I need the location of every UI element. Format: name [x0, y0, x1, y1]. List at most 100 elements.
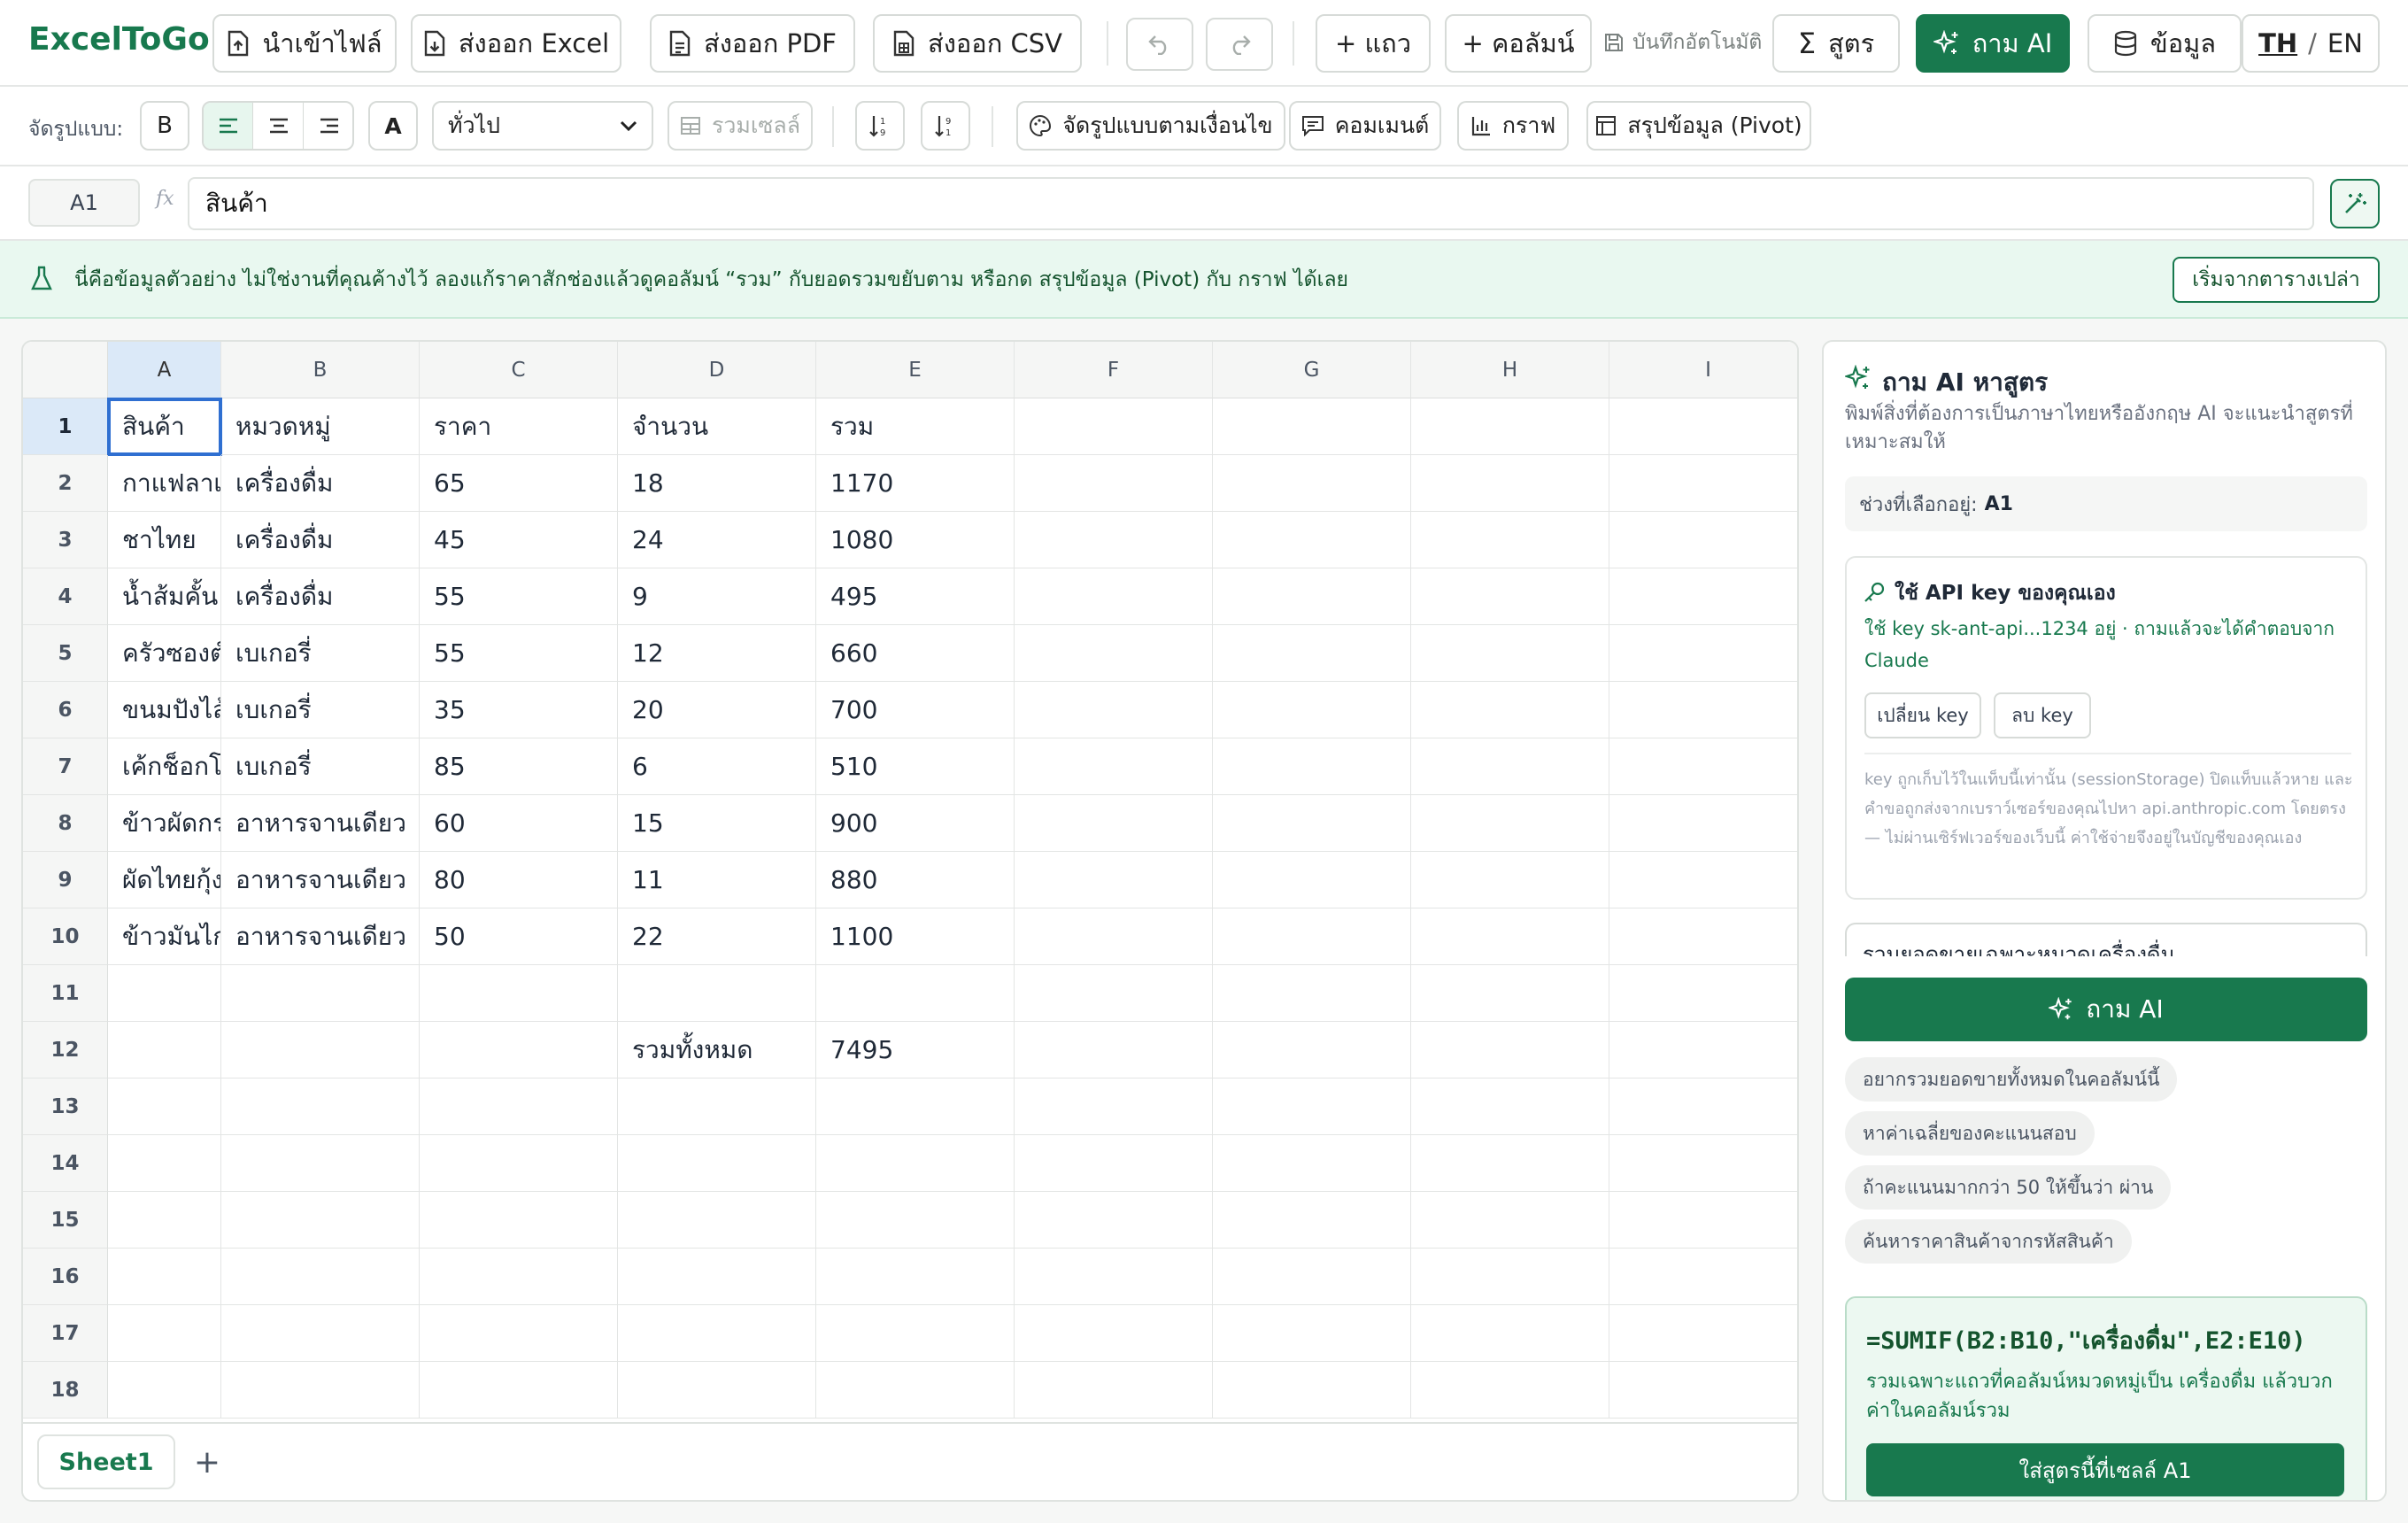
cell-d18[interactable] [618, 1362, 816, 1419]
cell-c11[interactable] [420, 965, 618, 1022]
cell-f8[interactable] [1015, 795, 1213, 852]
pivot-button[interactable]: สรุปข้อมูล (Pivot) [1586, 101, 1811, 151]
cell-e8[interactable]: 900 [816, 795, 1015, 852]
cell-e11[interactable] [816, 965, 1015, 1022]
cell-a4[interactable]: น้ำส้มคั้น [108, 568, 221, 625]
cell-d8[interactable]: 15 [618, 795, 816, 852]
cell-a5[interactable]: ครัวซองต์ [108, 625, 221, 682]
cell-g14[interactable] [1213, 1135, 1411, 1192]
cell-d2[interactable]: 18 [618, 455, 816, 512]
cell-f5[interactable] [1015, 625, 1213, 682]
cell-a12[interactable] [108, 1022, 221, 1078]
delete-key-button[interactable]: ลบ key [1994, 692, 2091, 738]
undo-button[interactable] [1126, 18, 1193, 71]
cell-g4[interactable] [1213, 568, 1411, 625]
cell-e13[interactable] [816, 1078, 1015, 1135]
cell-c1[interactable]: ราคา [420, 398, 618, 455]
row-header[interactable]: 7 [23, 738, 108, 795]
cell-f4[interactable] [1015, 568, 1213, 625]
cell-b12[interactable] [221, 1022, 420, 1078]
cell-c7[interactable]: 85 [420, 738, 618, 795]
lang-th-option[interactable]: TH [2258, 28, 2297, 58]
start-blank-button[interactable]: เริ่มจากตารางเปล่า [2173, 257, 2380, 303]
cell-h17[interactable] [1411, 1305, 1609, 1362]
cell-h6[interactable] [1411, 682, 1609, 738]
ai-prompt-input[interactable]: รวมยอดขายเฉพาะหมวดเครื่องดื่ม [1845, 923, 2367, 956]
cell-f17[interactable] [1015, 1305, 1213, 1362]
suggestion-chip[interactable]: หาค่าเฉลี่ยของคะแนนสอบ [1845, 1111, 2095, 1156]
cell-c3[interactable]: 45 [420, 512, 618, 568]
data-button[interactable]: ข้อมูล [2088, 14, 2242, 73]
lang-en-option[interactable]: EN [2327, 28, 2363, 58]
cell-a2[interactable]: กาแฟลาเต้ [108, 455, 221, 512]
cell-h8[interactable] [1411, 795, 1609, 852]
cell-a16[interactable] [108, 1249, 221, 1305]
cell-i16[interactable] [1609, 1249, 1797, 1305]
cell-e18[interactable] [816, 1362, 1015, 1419]
change-key-button[interactable]: เปลี่ยน key [1864, 692, 1981, 738]
font-color-button[interactable]: A [368, 101, 418, 151]
cell-d6[interactable]: 20 [618, 682, 816, 738]
cell-h3[interactable] [1411, 512, 1609, 568]
cell-b16[interactable] [221, 1249, 420, 1305]
ask-ai-submit-button[interactable]: ถาม AI [1845, 978, 2367, 1041]
cell-h13[interactable] [1411, 1078, 1609, 1135]
cell-h11[interactable] [1411, 965, 1609, 1022]
cell-b5[interactable]: เบเกอรี่ [221, 625, 420, 682]
export-pdf-button[interactable]: ส่งออก PDF [650, 14, 855, 73]
cell-b3[interactable]: เครื่องดื่ม [221, 512, 420, 568]
export-excel-button[interactable]: ส่งออก Excel [411, 14, 621, 73]
cell-g1[interactable] [1213, 398, 1411, 455]
cell-c13[interactable] [420, 1078, 618, 1135]
column-header-i[interactable]: I [1609, 342, 1797, 398]
cell-i7[interactable] [1609, 738, 1797, 795]
cell-e15[interactable] [816, 1192, 1015, 1249]
cell-c18[interactable] [420, 1362, 618, 1419]
comment-button[interactable]: คอมเมนต์ [1289, 101, 1441, 151]
cell-f11[interactable] [1015, 965, 1213, 1022]
row-header[interactable]: 5 [23, 625, 108, 682]
cell-d4[interactable]: 9 [618, 568, 816, 625]
cell-h10[interactable] [1411, 908, 1609, 965]
cell-a11[interactable] [108, 965, 221, 1022]
cell-h16[interactable] [1411, 1249, 1609, 1305]
ask-ai-button[interactable]: ถาม AI [1916, 14, 2070, 73]
cell-b7[interactable]: เบเกอรี่ [221, 738, 420, 795]
cell-b14[interactable] [221, 1135, 420, 1192]
cell-a17[interactable] [108, 1305, 221, 1362]
cell-a14[interactable] [108, 1135, 221, 1192]
cell-h7[interactable] [1411, 738, 1609, 795]
cell-f2[interactable] [1015, 455, 1213, 512]
cell-e3[interactable]: 1080 [816, 512, 1015, 568]
cell-h4[interactable] [1411, 568, 1609, 625]
cell-b11[interactable] [221, 965, 420, 1022]
row-header[interactable]: 10 [23, 908, 108, 965]
cell-g9[interactable] [1213, 852, 1411, 908]
cell-c8[interactable]: 60 [420, 795, 618, 852]
cell-f14[interactable] [1015, 1135, 1213, 1192]
row-header[interactable]: 3 [23, 512, 108, 568]
cell-g7[interactable] [1213, 738, 1411, 795]
cell-d15[interactable] [618, 1192, 816, 1249]
cell-h12[interactable] [1411, 1022, 1609, 1078]
cell-b1[interactable]: หมวดหมู่ [221, 398, 420, 455]
redo-button[interactable] [1206, 18, 1273, 71]
cell-b15[interactable] [221, 1192, 420, 1249]
cell-g10[interactable] [1213, 908, 1411, 965]
cell-g18[interactable] [1213, 1362, 1411, 1419]
column-header-h[interactable]: H [1411, 342, 1609, 398]
cell-f16[interactable] [1015, 1249, 1213, 1305]
cell-e6[interactable]: 700 [816, 682, 1015, 738]
row-header[interactable]: 11 [23, 965, 108, 1022]
cell-g12[interactable] [1213, 1022, 1411, 1078]
cell-i1[interactable] [1609, 398, 1797, 455]
cell-d17[interactable] [618, 1305, 816, 1362]
cell-e7[interactable]: 510 [816, 738, 1015, 795]
cell-b10[interactable]: อาหารจานเดียว [221, 908, 420, 965]
cell-a18[interactable] [108, 1362, 221, 1419]
sort-ascending-button[interactable]: 19 [855, 101, 905, 151]
formula-button[interactable]: Σ สูตร [1772, 14, 1900, 73]
cell-g15[interactable] [1213, 1192, 1411, 1249]
cell-f10[interactable] [1015, 908, 1213, 965]
cell-f9[interactable] [1015, 852, 1213, 908]
